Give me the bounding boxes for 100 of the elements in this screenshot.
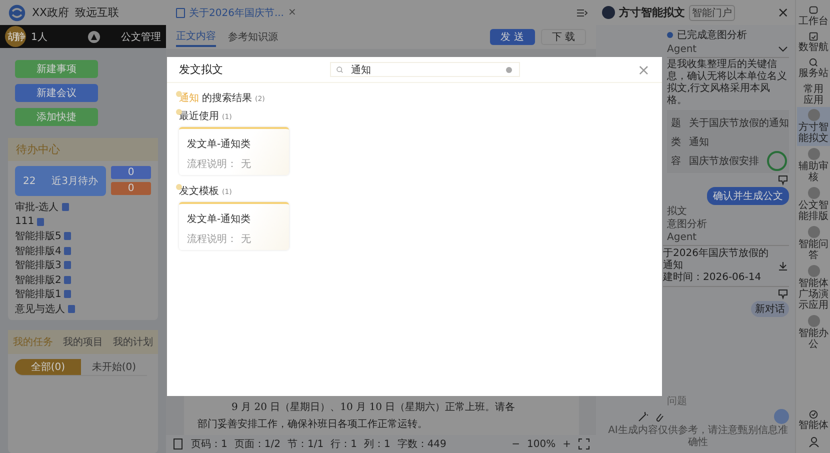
portal-button[interactable]: 智能门户 [689,4,735,20]
search-field[interactable]: 通知 [330,62,520,77]
file-time: 建时间：2026-06-14 [663,272,762,284]
section-label: 常用应用 [802,84,824,106]
todo-item[interactable]: 意见与选人 [15,302,65,316]
action-button[interactable]: 下 载 [540,29,586,45]
card-desc-value: 无 [241,158,251,171]
field-label: 类 [671,136,681,148]
card-title: 待办中心 [16,143,60,156]
status-text: 页面：1/2 [234,438,280,451]
user-count: 1人 [31,30,48,44]
close-button[interactable]: × [777,4,789,20]
document-icon [37,218,44,226]
save-icon[interactable] [172,438,184,450]
app-button[interactable]: 智能办公 [797,313,830,352]
results-label: 的搜索结果 [202,92,252,105]
rail-button[interactable]: 工作台 [797,3,830,29]
agent-label: Agent [667,44,697,54]
template-card[interactable]: 发文单-通知类 流程说明： 无 [179,202,289,250]
todo-stat-tile[interactable]: 22 近3月待办 [15,166,106,196]
assistant-title: 方寸智能拟文 [619,5,685,20]
document-tab[interactable]: 关于2026年国庆节... × [176,6,296,20]
app-icon [808,226,820,238]
status-text: 已完成意图分析 [677,28,747,42]
file-card[interactable]: 于2026年国庆节放假的通知 建时间：2026-06-14 [663,245,789,287]
confirm-button[interactable]: 确认并生成公文 [707,187,789,205]
app-button[interactable]: 公文智能排版 [797,185,830,224]
collapse-icon[interactable] [576,6,588,18]
chat-input[interactable]: 问题 [667,394,777,408]
field-value: 关于国庆节放假的通知 [689,116,789,130]
field-value: 国庆节放假安排 [689,154,759,168]
status-text: 行：1 [330,438,357,451]
user-icon[interactable] [808,436,820,448]
todo-item[interactable]: 智能排版2 [15,272,62,287]
todo-count-tile[interactable]: 0 [111,182,151,195]
app-icon [808,265,820,277]
todo-count-tile[interactable]: 0 [111,166,151,179]
magic-wand-icon[interactable] [637,410,649,422]
field-value: 通知 [689,136,709,148]
app-button[interactable]: 智能体广场演示应用 [797,263,830,313]
todo-item[interactable]: 111 [15,216,34,228]
search-icon [336,66,344,74]
robot-avatar-icon [602,6,615,19]
zoom-out-button[interactable]: − [512,438,520,450]
modal-title: 发文拟文 [179,62,224,77]
brand-name: 致远互联 [75,5,120,20]
filter-tab[interactable]: 全部(0) [15,359,81,376]
search-query: 通知 [179,92,199,105]
app-button[interactable]: 辅助审核 [797,146,830,185]
status-text: 意图分析 [667,219,708,231]
new-chat-button[interactable]: 新对话 [751,301,789,317]
content-tab[interactable]: 正文内容 [176,27,216,47]
history-title: 拟文 [667,206,688,218]
org-name: XX政府 [32,5,70,20]
document-text: 9 月 20 日（星期日）、10 月 10 日（星期六）正常上班。请各 [230,400,516,415]
app-button[interactable]: 方寸智能拟文 [797,107,830,146]
todo-item[interactable]: 智能排版5 [15,229,62,244]
app-icon [808,109,820,121]
document-icon [62,203,69,212]
todo-item[interactable]: 审批-选人 [15,200,59,214]
check-circle-icon [808,409,819,420]
rail-button[interactable]: 数智航 [797,29,830,55]
action-button[interactable]: 发 送 [490,29,535,45]
card-desc-value: 无 [241,233,251,246]
field-label: 容 [671,154,681,168]
stamp-icon [767,151,787,171]
app-icon [808,148,820,160]
user-avatar[interactable]: 胡静 [5,26,26,47]
logo-icon [8,4,26,22]
status-text: 页码：1 [191,438,228,451]
section-title: 最近使用 [179,110,219,123]
warning-icon[interactable] [88,30,100,42]
status-text: 字数：449 [397,438,446,451]
card-title: 发文单-通知类 [187,138,252,151]
menu-item[interactable]: 公文管理 [121,30,161,44]
filter-tab[interactable]: 未开始(0) [81,359,147,376]
download-icon[interactable] [777,260,789,272]
fullscreen-icon[interactable] [578,438,590,450]
quick-action-button[interactable]: 新建会议 [15,84,98,102]
rail-button[interactable]: 智能体 [797,407,830,433]
zoom-in-button[interactable]: + [562,438,571,450]
close-button[interactable]: × [637,60,650,78]
field-label: 题 [671,116,681,130]
app-button[interactable]: 智能问答 [797,224,830,263]
file-name: 于2026年国庆节放假的通知 [663,248,770,272]
rail-button[interactable]: 服务站 [797,55,830,81]
calendar-check-icon [808,31,819,42]
disclaimer-text: AI生成内容仅供参考，请注意甄别信息准确性 [607,425,789,450]
task-tab[interactable]: 我的项目 [63,335,103,349]
todo-item[interactable]: 智能排版3 [15,258,62,272]
card-title: 发文单-通知类 [187,212,252,226]
content-tab[interactable]: 参考知识源 [228,28,278,46]
zoom-level: 100% [527,438,556,450]
todo-item[interactable]: 智能排版4 [15,244,62,258]
task-tab[interactable]: 我的计划 [113,335,153,349]
agent-label: Agent [667,232,698,244]
todo-item[interactable]: 智能排版1 [15,287,62,302]
template-card[interactable]: 发文单-通知类 流程说明： 无 [179,127,289,175]
card-desc-label: 流程说明： [187,232,237,246]
app-icon [808,187,820,199]
